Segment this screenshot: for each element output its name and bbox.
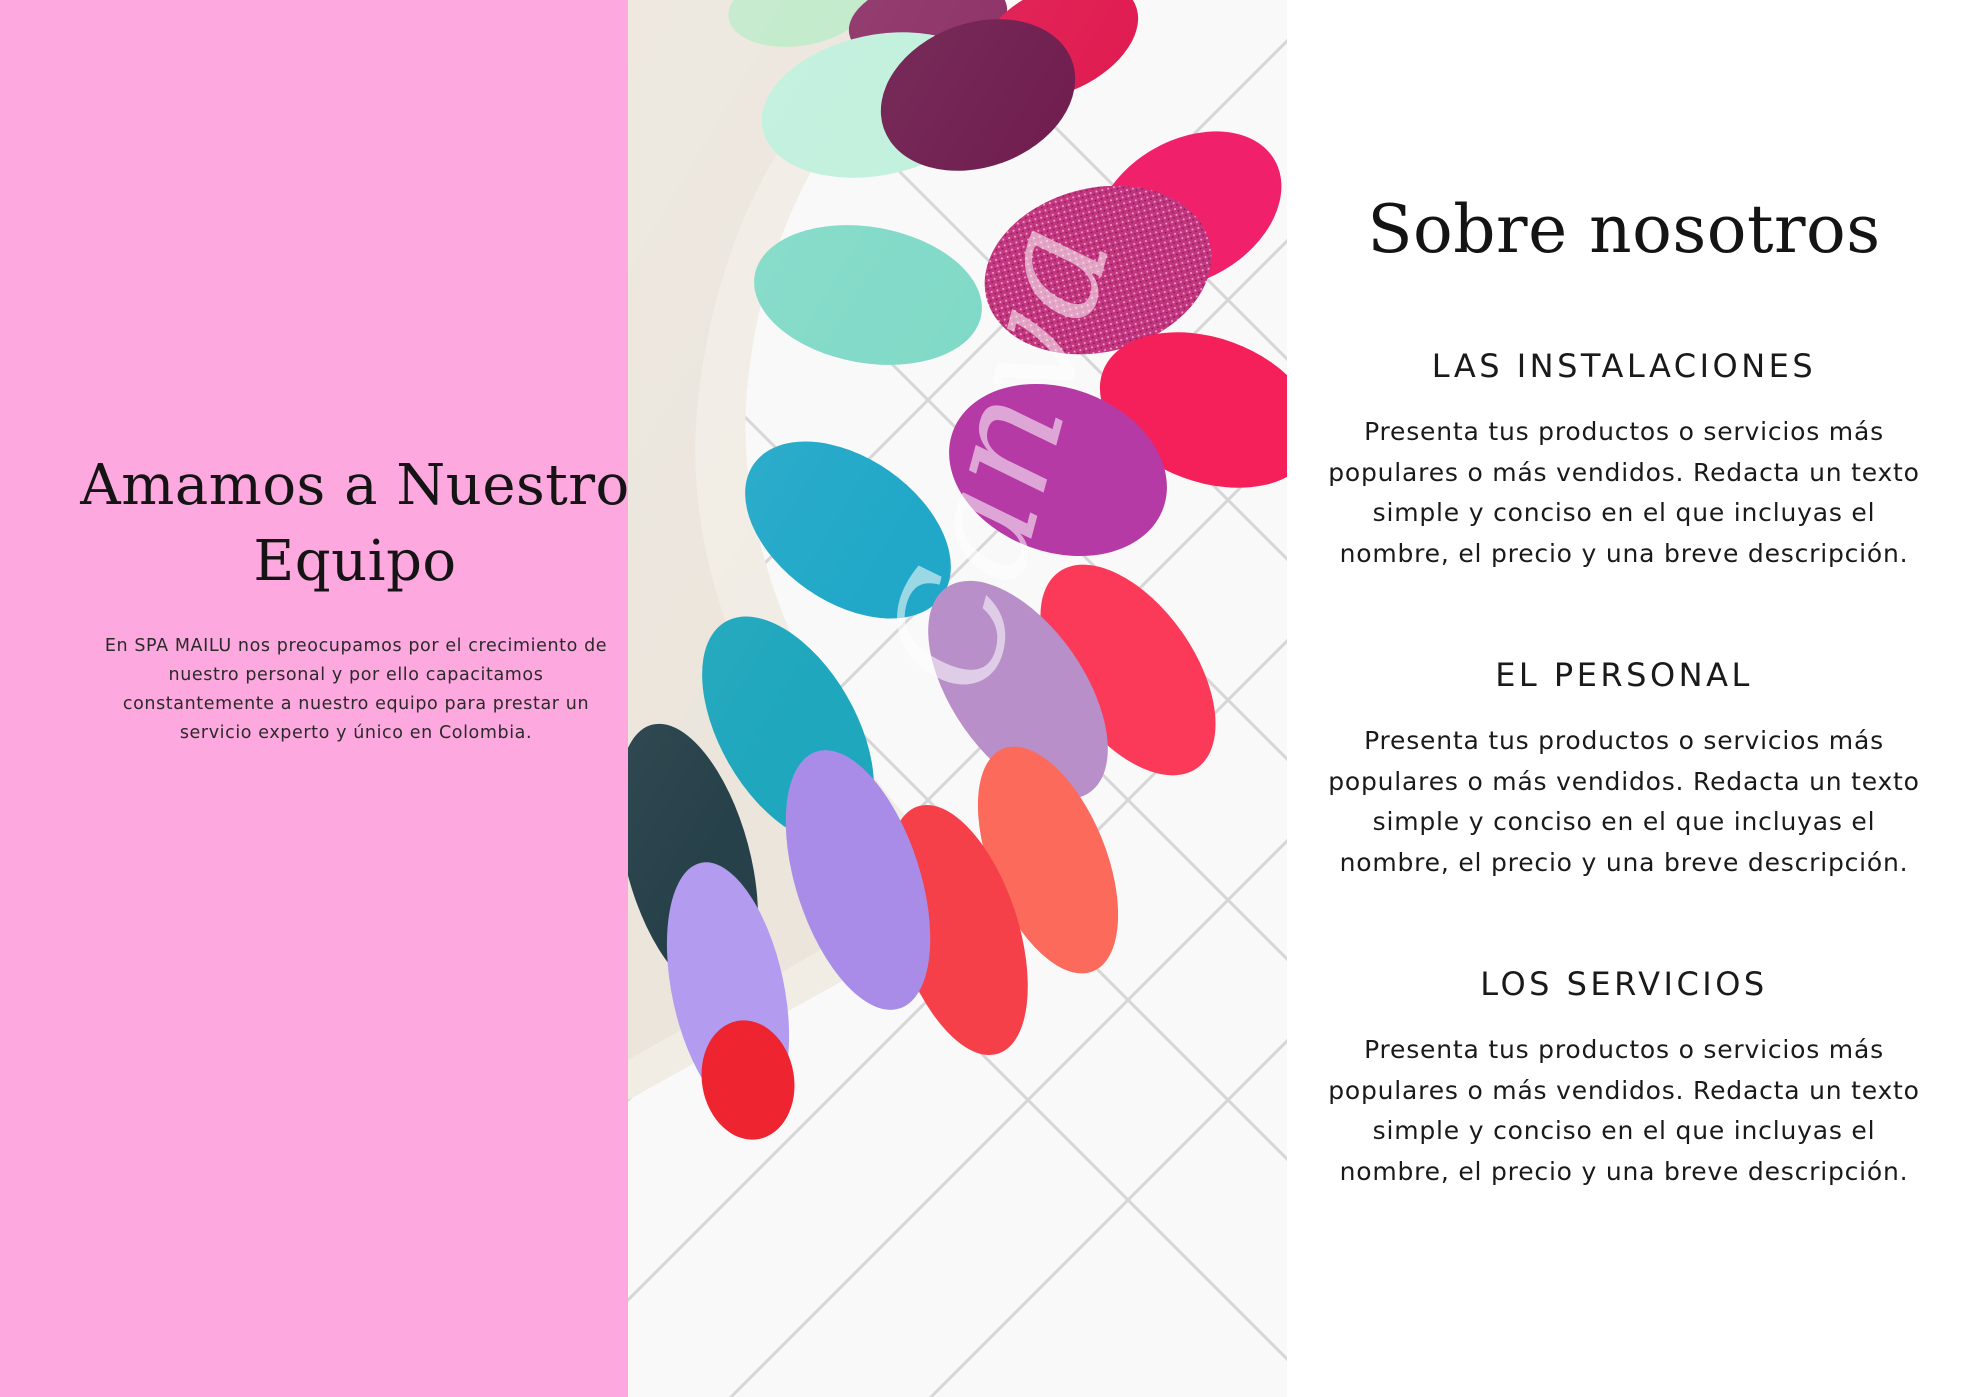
section-heading: LOS SERVICIOS bbox=[1480, 965, 1768, 1003]
nail-tips-illustration: Canva bbox=[628, 0, 1287, 1397]
nail-polish-photo: Canva bbox=[628, 0, 1287, 1397]
section-heading: LAS INSTALACIONES bbox=[1431, 347, 1817, 385]
section-heading: EL PERSONAL bbox=[1495, 656, 1753, 694]
section-body: Presenta tus productos o servicios más p… bbox=[1328, 726, 1920, 877]
left-panel-title: Amamos a Nuestro Equipo bbox=[80, 453, 630, 594]
right-column-title: Sobre nosotros bbox=[1367, 191, 1881, 268]
section-body: Presenta tus productos o servicios más p… bbox=[1328, 1035, 1920, 1186]
section-instalaciones: LAS INSTALACIONES Presenta tus productos… bbox=[1287, 344, 1961, 574]
section-servicios: LOS SERVICIOS Presenta tus productos o s… bbox=[1287, 962, 1961, 1192]
brochure-page: Amamos a Nuestro Equipo En SPA MAILU nos… bbox=[0, 0, 1961, 1397]
left-panel-body: En SPA MAILU nos preocupamos por el crec… bbox=[104, 636, 608, 743]
section-personal: EL PERSONAL Presenta tus productos o ser… bbox=[1287, 653, 1961, 883]
section-body: Presenta tus productos o servicios más p… bbox=[1328, 417, 1920, 568]
right-column: Sobre nosotros LAS INSTALACIONES Present… bbox=[1287, 0, 1961, 1397]
left-panel: Amamos a Nuestro Equipo En SPA MAILU nos… bbox=[0, 0, 629, 1397]
